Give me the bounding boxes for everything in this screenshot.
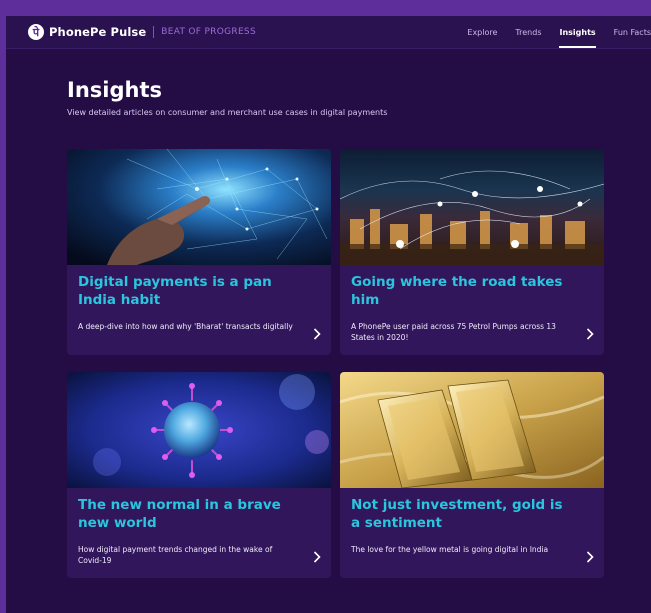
brand-name: PhonePe Pulse [49,25,147,39]
card-description: A deep-dive into how and why 'Bharat' tr… [78,322,293,331]
nav-explore[interactable]: Explore [467,16,497,48]
card-title: Going where the road takes him [351,274,563,308]
card-description: The love for the yellow metal is going d… [351,545,549,554]
page-subtitle: View detailed articles on consumer and m… [67,108,388,117]
virus-image [67,372,331,488]
insight-card-new-normal[interactable]: The new normal in a brave new world How … [67,372,331,578]
card-title: Not just investment, gold is a sentiment [351,497,563,531]
gold-bars-image [340,372,604,488]
chevron-right-icon[interactable] [586,551,594,563]
insight-card-gold[interactable]: Not just investment, gold is a sentiment… [340,372,604,578]
nav-fun-facts[interactable]: Fun Facts [614,16,651,48]
city-network-map-image [340,149,604,265]
nav-trends[interactable]: Trends [515,16,541,48]
top-navbar: पे PhonePe Pulse BEAT OF PROGRESS Explor… [6,16,651,49]
phonepe-logo-icon: पे [28,24,44,40]
brand-tagline: BEAT OF PROGRESS [161,27,256,37]
insight-card-digital-payments[interactable]: Digital payments is a pan India habit A … [67,149,331,355]
main-nav: Explore Trends Insights Fun Facts [449,16,651,48]
brand-logo[interactable]: पे PhonePe Pulse BEAT OF PROGRESS [28,24,256,40]
chevron-right-icon[interactable] [586,328,594,340]
hand-network-image [67,149,331,265]
logo-glyph: पे [32,25,40,39]
card-description: How digital payment trends changed in th… [78,545,273,565]
page-header: Insights View detailed articles on consu… [67,78,607,117]
insight-card-road-trip[interactable]: Going where the road takes him A PhonePe… [340,149,604,355]
page-title: Insights [67,78,162,102]
nav-insights[interactable]: Insights [559,16,596,48]
card-title: Digital payments is a pan India habit [78,274,272,308]
card-description: A PhonePe user paid across 75 Petrol Pum… [351,322,556,342]
chevron-right-icon[interactable] [313,551,321,563]
chevron-right-icon[interactable] [313,328,321,340]
card-title: The new normal in a brave new world [78,497,281,531]
app-frame: पे PhonePe Pulse BEAT OF PROGRESS Explor… [0,0,651,613]
brand-divider [153,26,155,38]
